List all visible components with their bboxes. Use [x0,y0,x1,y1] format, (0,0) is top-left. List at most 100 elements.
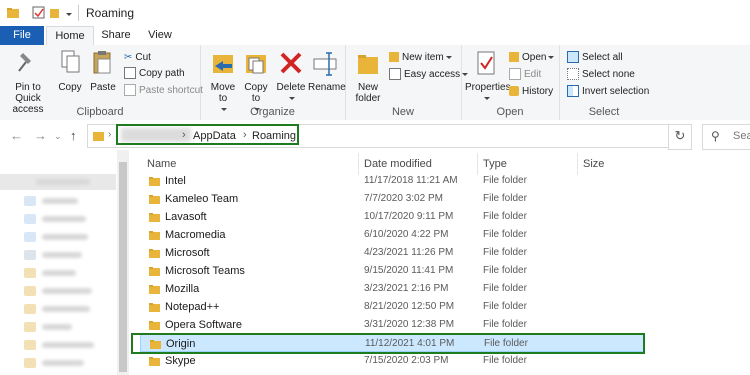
select-all-icon [567,51,579,64]
file-date: 3/23/2021 2:16 PM [364,283,449,294]
edit-label: Edit [524,69,542,80]
column-header-name[interactable]: Name [147,158,176,170]
new-group-label: New [391,106,414,118]
copy-path-icon [124,67,136,80]
scrollbar-thumb[interactable] [119,162,127,372]
breadcrumb-highlight [116,124,299,145]
chevron-down-icon [548,55,555,59]
nav-item[interactable] [0,174,116,190]
chevron-right-icon: › [108,129,112,140]
file-row[interactable]: Lavasoft 10/17/2020 9:11 PM File folder [140,208,645,226]
invert-selection-label: Invert selection [582,86,650,97]
file-name: Skype [165,355,196,367]
paste-shortcut-icon [124,84,136,97]
file-name: Microsoft [165,247,210,259]
invert-selection-icon [567,85,579,98]
file-row[interactable]: Skype 7/15/2020 2:03 PM File folder [140,352,645,370]
file-row[interactable]: Mozilla 3/23/2021 2:16 PM File folder [140,280,645,298]
tab-view[interactable]: View [140,26,180,45]
paste-button[interactable]: Paste [88,49,118,93]
easy-access-button[interactable]: Easy access [389,67,469,82]
file-name: Opera Software [165,319,243,331]
pin-icon [18,53,31,72]
folder-icon [7,8,19,18]
select-none-label: Select none [582,69,635,80]
folder-icon [149,249,160,258]
copy-button[interactable]: Copy [56,49,84,93]
cut-button[interactable]: ✂ Cut [124,50,151,65]
tab-file[interactable]: File [0,26,44,45]
history-label: History [522,86,554,97]
select-none-button[interactable]: Select none [567,67,635,82]
folder-icon [149,357,160,366]
easy-access-label: Easy access [404,69,461,80]
properties-button[interactable]: Properties [465,49,511,104]
refresh-button[interactable]: ↻ [668,124,692,150]
new-folder-icon [358,55,378,74]
delete-label: Delete [276,82,306,93]
properties-label: Properties [465,82,511,93]
move-to-label: Move to [210,82,236,104]
open-icon [509,52,519,63]
group-select: Select all Select none Invert selection … [559,45,649,120]
new-item-button[interactable]: New item [389,50,452,65]
file-row[interactable]: Macromedia 6/10/2020 4:22 PM File folder [140,226,645,244]
file-name: Macromedia [165,229,226,241]
file-type: File folder [483,301,527,312]
file-row[interactable]: Intel 11/17/2018 11:21 AM File folder [140,172,645,190]
folder-icon [149,213,160,222]
folder-icon [149,177,160,186]
new-folder-button[interactable]: New folder [349,49,387,104]
forward-arrow-icon[interactable]: → [34,128,47,143]
nav-scrollbar[interactable] [117,150,129,375]
rename-button[interactable]: Rename [308,49,346,93]
column-header-date[interactable]: Date modified [364,158,432,170]
delete-button[interactable]: Delete [274,49,308,104]
select-all-button[interactable]: Select all [567,50,623,65]
properties-icon [477,51,495,75]
file-name: Kameleo Team [165,193,239,205]
file-row[interactable]: Microsoft Teams 9/15/2020 11:41 PM File fo… [140,262,645,280]
file-date: 4/23/2021 11:26 PM [364,247,454,258]
tab-home[interactable]: Home [46,26,94,46]
edit-button[interactable]: Edit [509,67,541,82]
chevron-down-icon[interactable] [64,8,72,22]
new-folder-quick-icon[interactable] [50,6,60,20]
search-box[interactable]: ⚲ Sea [702,124,750,150]
back-arrow-icon[interactable]: ← [10,128,23,143]
edit-icon [509,68,521,81]
tab-share[interactable]: Share [96,26,136,45]
file-row[interactable]: Microsoft 4/23/2021 11:26 PM File folder [140,244,645,262]
file-row[interactable]: Opera Software 3/31/2020 12:38 PM File fol… [140,316,645,334]
copy-icon [61,50,80,73]
file-date: 7/7/2020 3:02 PM [364,193,443,204]
history-button[interactable]: History [509,84,553,99]
up-arrow-icon[interactable]: ↑ [70,128,77,143]
file-date: 7/15/2020 2:03 PM [364,355,449,366]
file-type: File folder [483,355,527,366]
search-placeholder: Sea [733,130,750,142]
invert-selection-button[interactable]: Invert selection [567,84,649,99]
search-icon: ⚲ [711,129,720,143]
open-button[interactable]: Open [509,50,555,65]
history-icon [509,86,519,97]
select-all-label: Select all [582,52,623,63]
paste-shortcut-button[interactable]: Paste shortcut [124,83,203,98]
title-bar: Roaming [0,0,750,26]
properties-checkbox-icon[interactable] [32,6,46,20]
new-item-label: New item [402,52,444,63]
rename-label: Rename [308,82,346,93]
column-header-type[interactable]: Type [483,158,507,170]
select-none-icon [567,68,579,81]
select-group-label: Select [588,106,620,118]
file-row[interactable]: Notepad++ 8/21/2020 12:50 PM File folder [140,298,645,316]
address-area: ← → ⌄ ↑ [0,120,750,150]
ribbon: Pin to Quick access Copy Paste ✂ Cut Copy… [0,45,750,121]
recent-chevron-icon[interactable]: ⌄ [54,131,62,142]
file-type: File folder [483,211,527,222]
file-date: 6/10/2020 4:22 PM [364,229,449,240]
clipboard-group-label: Clipboard [76,106,124,118]
copy-path-button[interactable]: Copy path [124,66,185,81]
file-row[interactable]: Kameleo Team 7/7/2020 3:02 PM File folder [140,190,645,208]
column-header-size[interactable]: Size [583,158,604,170]
